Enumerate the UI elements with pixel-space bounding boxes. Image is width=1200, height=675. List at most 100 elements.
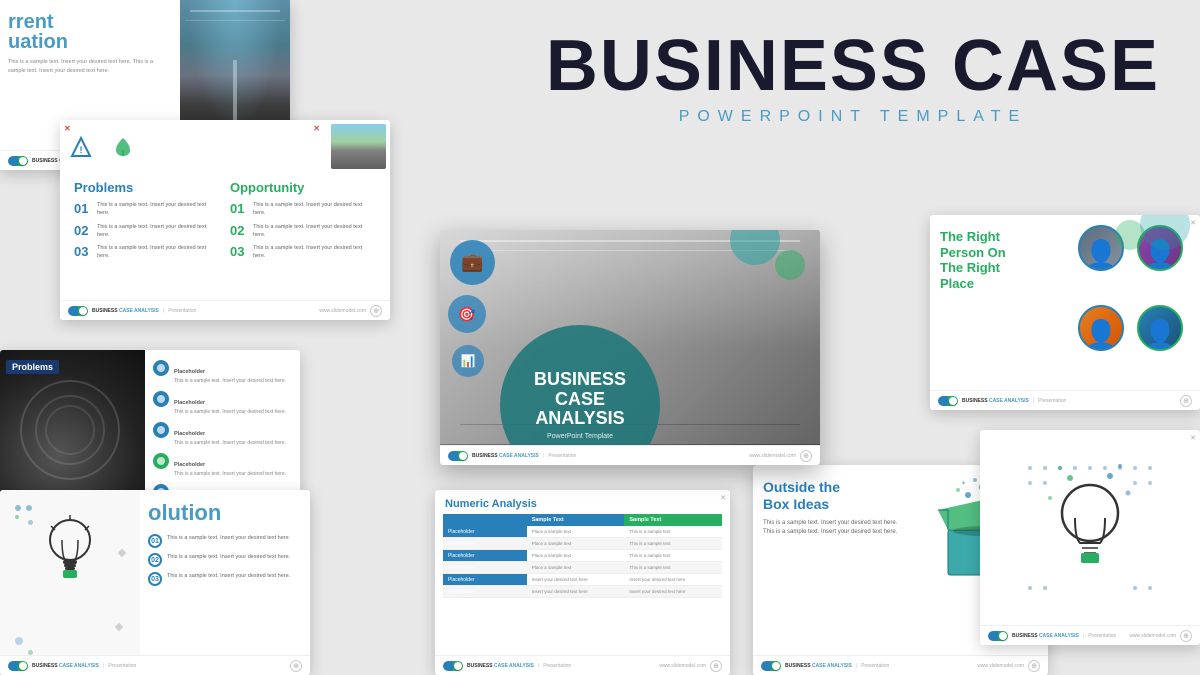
main-footer: BUSINESS CASE ANALYSIS | Presentation ww… — [440, 445, 820, 465]
box-title: Outside the Box Ideas — [763, 479, 908, 513]
slide-main-center: 💼 🎯 📊 BUSINESSCASEANALYSIS PowerPoint Te… — [440, 230, 820, 465]
numeric-title: Numeric Analysis — [445, 498, 720, 510]
row-val-4a: Place a sample text — [527, 562, 625, 574]
problems-title: Problems — [74, 180, 220, 195]
sol-text-3: This is a sample text. Insert your desir… — [167, 572, 290, 580]
prob-text3: This is a sample text. Insert your desir… — [97, 244, 220, 261]
row-val-5b: Insert your desired text here — [624, 574, 722, 586]
person-title: The Right Person On The Right Place — [940, 229, 1060, 291]
zoom-4[interactable]: ⊕ — [290, 660, 302, 672]
deco-circle-green — [775, 250, 805, 280]
numeric-header: Numeric Analysis — [435, 490, 730, 514]
row-label-5: Placeholder — [443, 574, 527, 586]
box-body: This is a sample text. Insert your desir… — [763, 519, 908, 538]
leaf-icon — [112, 136, 134, 158]
zoom-main[interactable]: ⊕ — [800, 450, 812, 462]
col-header-3: Sample Text — [624, 514, 722, 526]
row-val-3a: Place a sample text — [527, 550, 625, 562]
ideas-svg — [1020, 458, 1160, 598]
maze-bullet-3 — [153, 422, 169, 438]
solution-image — [0, 490, 140, 675]
zoom-person[interactable]: ⊕ — [1180, 395, 1192, 407]
main-slide-subtitle: PowerPoint Template — [547, 433, 613, 440]
opp-text2: This is a sample text. Insert your desir… — [253, 223, 376, 240]
zoom-2[interactable]: ⊕ — [370, 305, 382, 317]
row-val-6a: Insert your desired text here — [527, 586, 625, 598]
opportunity-title: Opportunity — [230, 180, 376, 195]
main-slide-title: BUSINESSCASEANALYSIS — [534, 370, 626, 429]
toggle-person — [938, 396, 958, 406]
table-row: Placeholder Place a sample text This is … — [443, 538, 722, 550]
row-val-4b: This is a sample text — [624, 562, 722, 574]
toggle-box — [761, 661, 781, 671]
opp-text3: This is a sample text. Insert your desir… — [253, 244, 376, 261]
maze-bullet-4 — [153, 453, 169, 469]
avatar-4: 👤 — [1137, 305, 1183, 351]
zoom-numeric[interactable]: ⊕ — [710, 660, 722, 672]
problems-footer: BUSINESS CASE ANALYSIS | Presentation ww… — [60, 300, 390, 320]
row-val-1b: This is a sample text — [624, 526, 722, 538]
deco-green-circle — [1115, 220, 1145, 250]
prob-text2: This is a sample text. Insert your desir… — [97, 223, 220, 240]
box-footer: BUSINESS CASE ANALYSIS | Presentation ww… — [753, 655, 1048, 675]
solution-title: olution — [148, 500, 302, 526]
sol-num-3: 03 — [148, 572, 162, 586]
float-icon-2: 🎯 — [448, 295, 486, 333]
maze-item-1: Placeholder — [174, 369, 205, 375]
slide-numeric: ✕ Numeric Analysis Sample Text Sample Te… — [435, 490, 730, 675]
avatar-3: 👤 — [1078, 305, 1124, 351]
toggle-ideas — [988, 631, 1008, 641]
main-title-area: BUSINESS CASE POWERPOINT TEMPLATE — [546, 30, 1160, 126]
ideas-footer: BUSINESS CASE ANALYSIS | Presentation ww… — [980, 625, 1200, 645]
row-label-3: Placeholder — [443, 550, 527, 562]
svg-text:!: ! — [80, 145, 83, 155]
sol-num-2: 02 — [148, 553, 162, 567]
current-body: This is a sample text. Insert your desir… — [8, 58, 172, 76]
row-val-3b: This is a sample text — [624, 550, 722, 562]
table-row: Placeholder Place a sample text This is … — [443, 526, 722, 538]
sol-num-1: 01 — [148, 534, 162, 548]
row-val-1a: Place a sample text — [527, 526, 625, 538]
person-footer: BUSINESS CASE ANALYSIS | Presentation ⊕ — [930, 390, 1200, 410]
row-label-6: Placeholder — [443, 586, 527, 598]
zoom-ideas[interactable]: ⊕ — [1180, 630, 1192, 642]
toggle-icon-1 — [8, 156, 28, 166]
maze-item-2: Placeholder — [174, 400, 205, 406]
maze-bullet-2 — [153, 391, 169, 407]
prob-num1: 01 — [74, 201, 92, 216]
row-val-2a: Place a sample text — [527, 538, 625, 550]
current-title-cyan: rrent — [8, 12, 172, 32]
row-val-2b: This is a sample text — [624, 538, 722, 550]
row-label-2: Placeholder — [443, 538, 527, 550]
table-row: Placeholder Insert your desired text her… — [443, 574, 722, 586]
prob-num2: 02 — [74, 223, 92, 238]
x-mark-right: ✕ — [313, 124, 320, 133]
x-numeric: ✕ — [720, 494, 726, 502]
person-title-area: The Right Person On The Right Place — [930, 215, 1070, 390]
zoom-box[interactable]: ⊕ — [1028, 660, 1040, 672]
prob-num3: 03 — [74, 244, 92, 259]
float-icon-1: 💼 — [450, 240, 495, 285]
toggle-2 — [68, 306, 88, 316]
lightbulb-svg — [35, 510, 105, 600]
problems-content: Problems 01 This is a sample text. Inser… — [60, 170, 390, 276]
table-row: Placeholder Insert your desired text her… — [443, 586, 722, 598]
title-line1: BUSINESS CASE — [546, 30, 1160, 102]
solution-items: olution 01 This is a sample text. Insert… — [140, 490, 310, 655]
maze-item-4: Placeholder — [174, 462, 205, 468]
x-ideas: ✕ — [1190, 434, 1196, 442]
toggle-numeric — [443, 661, 463, 671]
table-row: Placeholder Place a sample text This is … — [443, 550, 722, 562]
toggle-main — [448, 451, 468, 461]
sol-text-2: This is a sample text. Insert your desir… — [167, 553, 290, 561]
row-label-1: Placeholder — [443, 526, 527, 538]
sol-text-1: This is a sample text. Insert your desir… — [167, 534, 290, 542]
slide-solution: olution 01 This is a sample text. Insert… — [0, 490, 310, 675]
opp-text1: This is a sample text. Insert your desir… — [253, 201, 376, 218]
row-label-4: Placeholder — [443, 562, 527, 574]
road-thumb — [331, 124, 386, 169]
title-line2: POWERPOINT TEMPLATE — [546, 108, 1160, 126]
slide-problems-opportunity: ✕ ✕ ! Problems 01 This is a sample text.… — [60, 120, 390, 320]
float-icon-3: 📊 — [452, 345, 484, 377]
svg-text:✦: ✦ — [961, 480, 966, 487]
